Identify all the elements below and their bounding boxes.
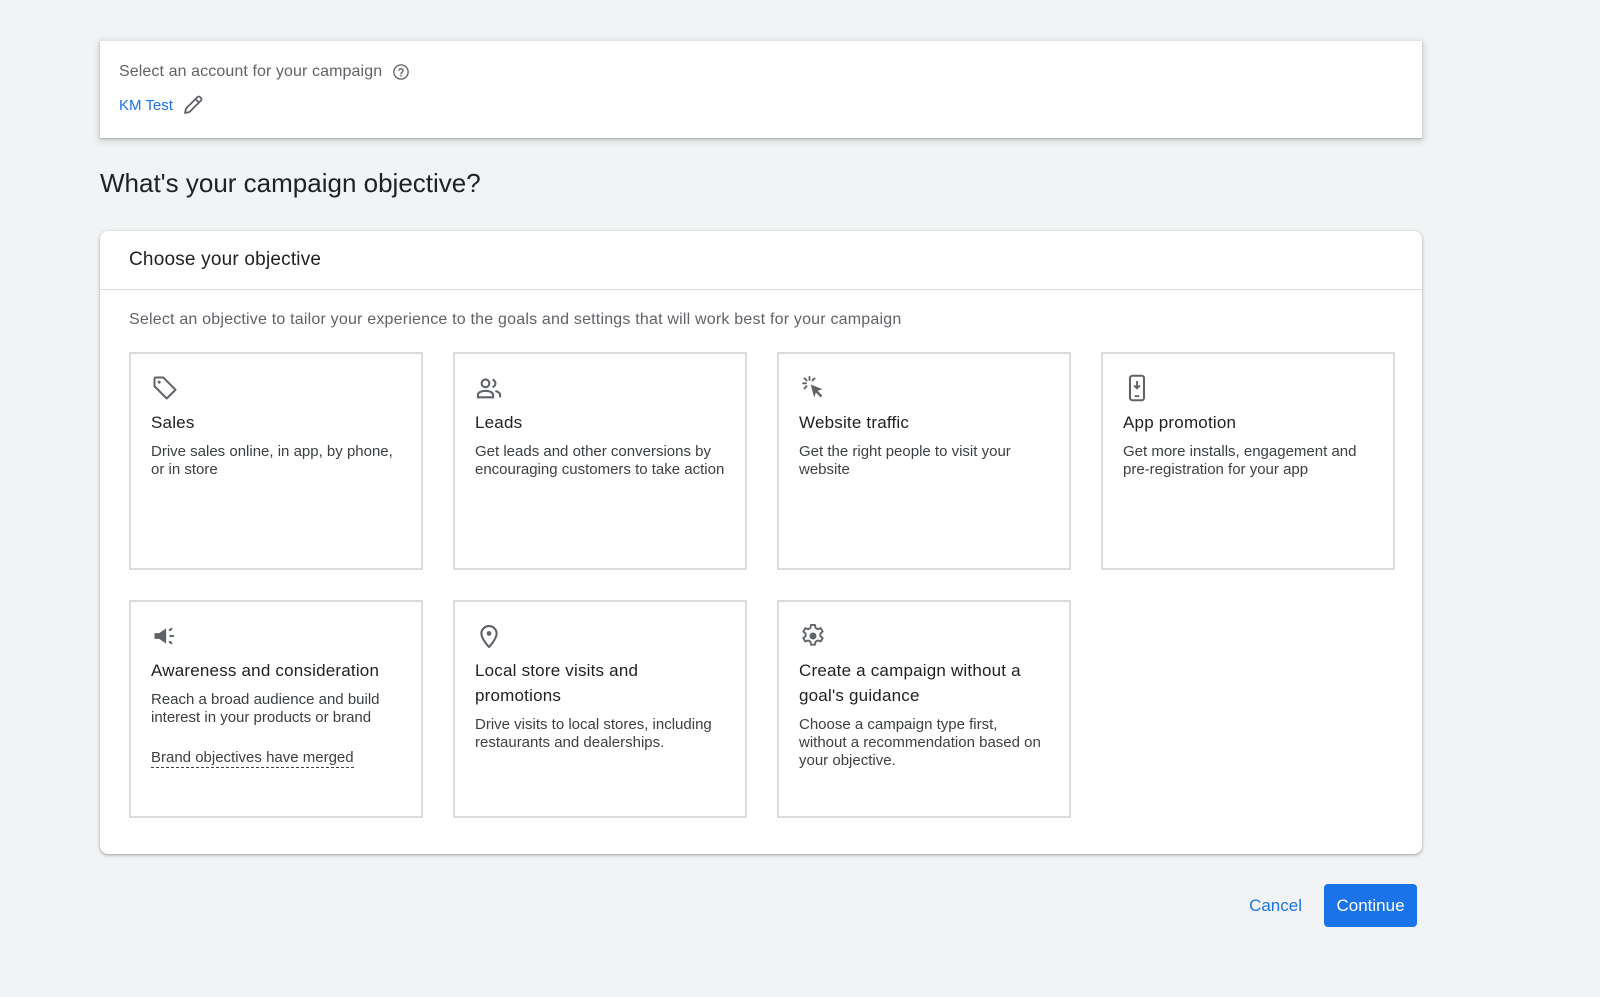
continue-button[interactable]: Continue [1324,884,1417,927]
objective-tile-website-traffic[interactable]: Website traffic Get the right people to … [777,352,1071,570]
objective-title: Website traffic [799,413,910,432]
cancel-button[interactable]: Cancel [1237,886,1314,926]
account-value-row: KM Test [119,93,1403,117]
tag-icon [151,374,179,402]
account-name-link[interactable]: KM Test [119,97,173,114]
objective-description: Get more installs, engagement and pre-re… [1123,443,1357,478]
objective-grid: Sales Drive sales online, in app, by pho… [129,352,1395,818]
panel-header: Choose your objective [100,231,1422,290]
objective-tile-leads[interactable]: Leads Get leads and other conversions by… [453,352,747,570]
account-selector-card: Select an account for your campaign KM T… [100,41,1422,138]
brand-objectives-merged-link[interactable]: Brand objectives have merged [151,749,354,768]
page-title: What's your campaign objective? [100,168,481,198]
objective-description: Drive visits to local stores, including … [475,716,712,751]
objective-title: Awareness and consideration [151,661,380,680]
objective-description: Get the right people to visit your websi… [799,443,1011,478]
account-label: Select an account for your campaign [119,63,383,80]
help-circle-icon[interactable] [392,63,410,81]
panel-title: Choose your objective [129,249,322,270]
objective-title: Create a campaign without a goal's guida… [799,661,1021,705]
objective-title: Leads [475,413,523,432]
cursor-click-icon [799,374,827,402]
objective-description: Choose a campaign type first, without a … [799,716,1041,769]
objective-description: Get leads and other conversions by encou… [475,443,725,478]
objective-description: Reach a broad audience and build interes… [151,691,380,726]
objective-tile-app-promotion[interactable]: App promotion Get more installs, engagem… [1101,352,1395,570]
objective-title: Local store visits and promotions [475,661,639,705]
objective-tile-no-guidance[interactable]: Create a campaign without a goal's guida… [777,600,1071,818]
panel-body: Select an objective to tailor your exper… [100,290,1422,818]
gear-icon [799,622,827,650]
footer-actions: Cancel Continue [1237,884,1417,927]
objective-tile-awareness[interactable]: Awareness and consideration Reach a broa… [129,600,423,818]
objective-description: Drive sales online, in app, by phone, or… [151,443,393,478]
objective-title: Sales [151,413,195,432]
location-pin-icon [475,622,503,650]
objective-tile-local-store[interactable]: Local store visits and promotions Drive … [453,600,747,818]
megaphone-icon [151,622,179,650]
people-icon [475,374,503,402]
panel-description: Select an objective to tailor your exper… [129,311,902,328]
account-label-row: Select an account for your campaign [119,61,1403,83]
objective-tile-sales[interactable]: Sales Drive sales online, in app, by pho… [129,352,423,570]
pencil-icon[interactable] [181,93,205,117]
phone-download-icon [1123,374,1151,402]
objective-title: App promotion [1123,413,1237,432]
objective-panel: Choose your objective Select an objectiv… [100,231,1422,854]
